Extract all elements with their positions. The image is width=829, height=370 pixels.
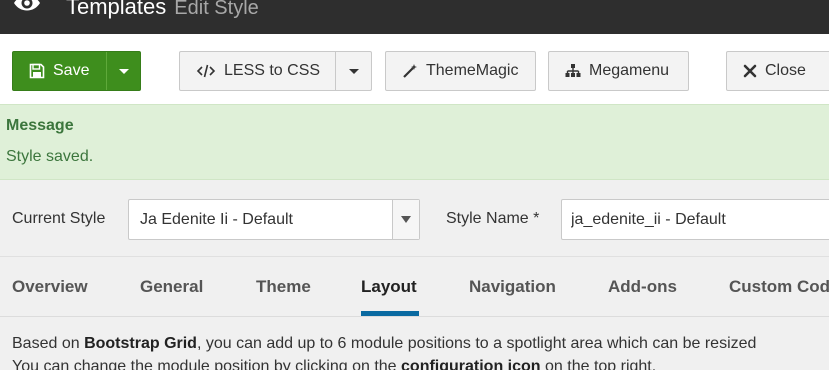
tab-navigation[interactable]: Navigation [469,277,556,297]
close-icon [743,64,757,78]
description-text: , you can add up to 6 module positions t… [196,335,757,352]
megamenu-label: Megamenu [589,62,670,79]
less-to-css-button[interactable]: LESS to CSS [179,51,372,91]
save-button-label: Save [53,62,90,79]
sitemap-icon [565,63,581,79]
description-text: on the top right. [540,358,657,370]
page-title-text: Templates [66,0,167,19]
description-line-2: You can change the module position by cl… [12,355,756,370]
tab-general[interactable]: General [140,277,203,297]
tab-theme[interactable]: Theme [256,277,311,297]
description-text: You can change the module position by cl… [12,358,402,370]
chevron-down-icon [119,68,129,74]
tab-custom-code[interactable]: Custom Code [729,277,829,297]
close-button-label: Close [765,62,806,79]
save-icon [29,63,45,79]
thememagic-label: ThemeMagic [426,62,519,79]
megamenu-button[interactable]: Megamenu [548,51,689,91]
tab-layout[interactable]: Layout [361,277,417,297]
layout-description: Based on Bootstrap Grid, you can add up … [12,332,756,370]
current-style-value: Ja Edenite Ii - Default [140,211,293,228]
tab-overview[interactable]: Overview [12,277,88,297]
style-name-label: Style Name * [446,210,540,227]
message-heading: Message [6,117,74,134]
active-tab-indicator [361,311,419,316]
system-message: Message Style saved. [0,104,829,180]
description-line-1: Based on Bootstrap Grid, you can add up … [12,332,756,355]
description-text: Based on [12,335,85,352]
less-dropdown-toggle[interactable] [336,52,372,90]
page-subtitle: Edit Style [174,0,259,19]
chevron-down-icon [349,68,359,74]
style-name-input[interactable] [561,199,829,240]
description-emphasis: configuration icon [401,358,541,370]
description-emphasis: Bootstrap Grid [84,335,197,352]
current-style-label: Current Style [12,210,106,227]
save-button[interactable]: Save [12,51,141,91]
chevron-down-icon[interactable] [392,200,419,239]
message-text: Style saved. [6,148,94,165]
tab-addons[interactable]: Add-ons [608,277,677,297]
thememagic-button[interactable]: ThemeMagic [385,51,536,91]
style-settings-row: Current Style Ja Edenite Ii - Default St… [0,180,829,256]
page-title: Templates Edit Style [66,0,259,20]
close-button[interactable]: Close [726,51,829,91]
magic-wand-icon [402,63,418,79]
save-dropdown-toggle[interactable] [107,52,141,90]
eye-icon [12,0,42,18]
toolbar: Save LESS to CSS ThemeMagic Megamenu Clo… [0,34,829,104]
tab-bar: Overview General Theme Layout Navigation… [0,256,829,317]
code-icon [196,63,216,79]
current-style-select[interactable]: Ja Edenite Ii - Default [128,199,420,240]
less-to-css-label: LESS to CSS [224,62,321,79]
title-bar: Templates Edit Style [0,0,829,34]
